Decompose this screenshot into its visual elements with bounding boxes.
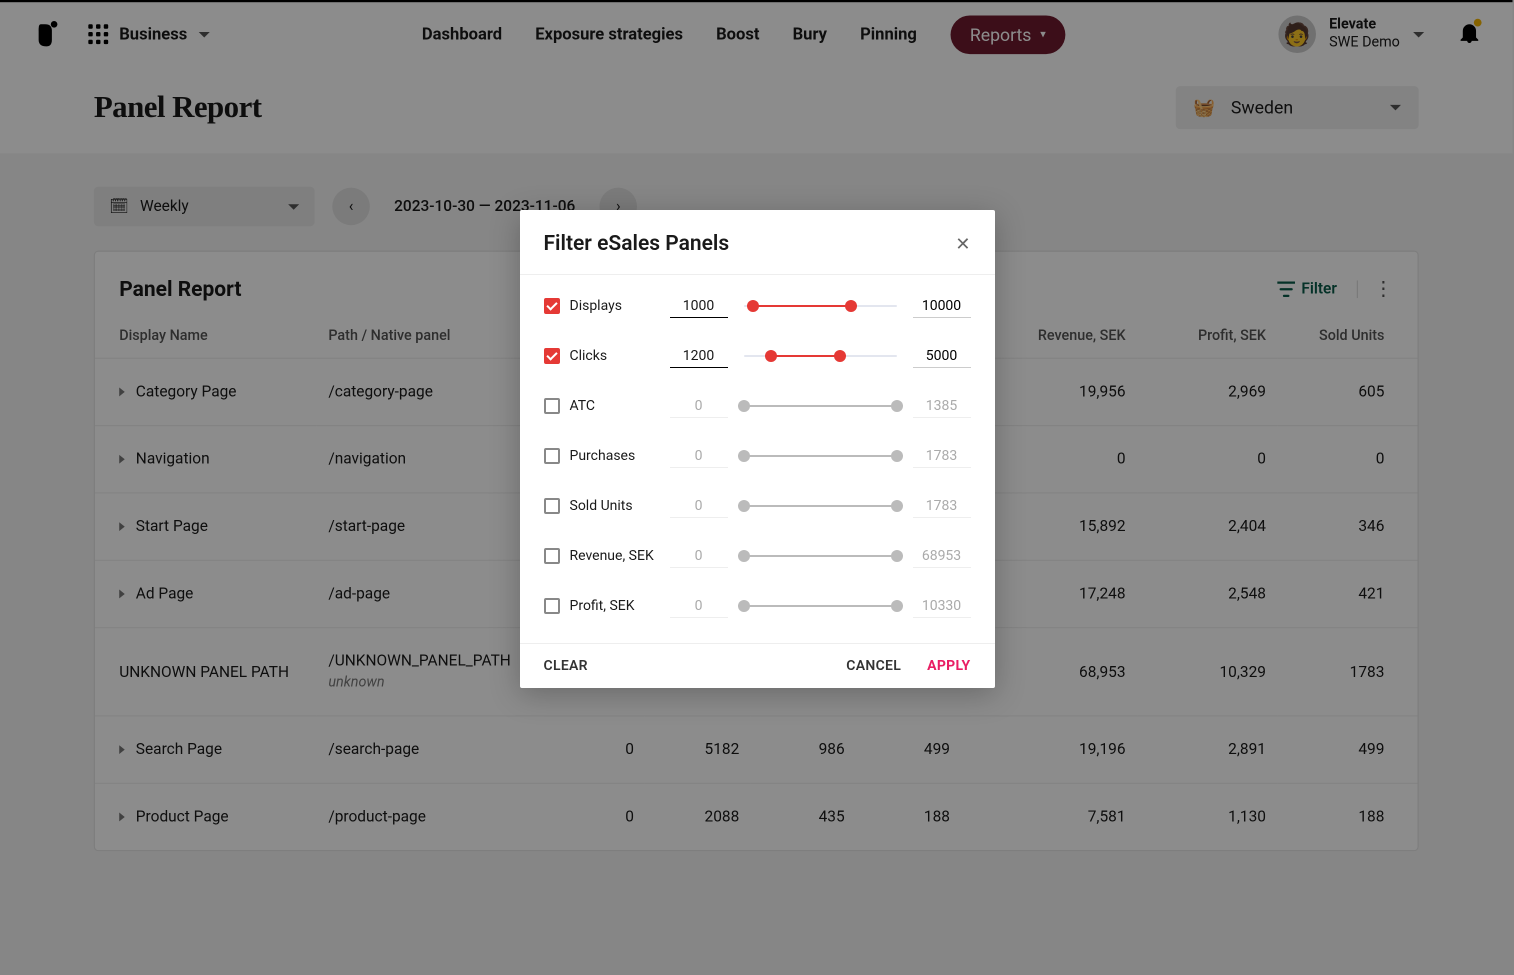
filter-row: Purchases 0 1783 [544, 431, 971, 481]
filter-modal: Filter eSales Panels ✕ Displays 1000 10000… [520, 210, 995, 688]
filter-label: Clicks [570, 348, 660, 364]
filter-checkbox[interactable] [544, 448, 560, 464]
filter-slider[interactable] [744, 546, 897, 566]
filter-max-input[interactable]: 68953 [913, 545, 971, 568]
filter-slider[interactable] [744, 296, 897, 316]
filter-row: ATC 0 1385 [544, 381, 971, 431]
filter-label: Displays [570, 298, 660, 314]
filter-row: Clicks 1200 5000 [544, 331, 971, 381]
filter-max-input[interactable]: 1783 [913, 495, 971, 518]
close-icon[interactable]: ✕ [955, 234, 970, 255]
filter-checkbox[interactable] [544, 598, 560, 614]
filter-row: Revenue, SEK 0 68953 [544, 531, 971, 581]
filter-min-input[interactable]: 0 [670, 445, 728, 468]
filter-min-input[interactable]: 0 [670, 395, 728, 418]
filter-max-input[interactable]: 1385 [913, 395, 971, 418]
filter-slider[interactable] [744, 396, 897, 416]
filter-row: Profit, SEK 0 10330 [544, 581, 971, 631]
clear-button[interactable]: CLEAR [544, 658, 588, 674]
filter-row: Displays 1000 10000 [544, 281, 971, 331]
filter-slider[interactable] [744, 346, 897, 366]
filter-label: Revenue, SEK [570, 548, 660, 564]
filter-label: Purchases [570, 448, 660, 464]
modal-title: Filter eSales Panels [544, 232, 956, 256]
filter-checkbox[interactable] [544, 548, 560, 564]
filter-label: ATC [570, 398, 660, 414]
filter-row: Sold Units 0 1783 [544, 481, 971, 531]
filter-min-input[interactable]: 0 [670, 545, 728, 568]
filter-checkbox[interactable] [544, 398, 560, 414]
filter-max-input[interactable]: 1783 [913, 445, 971, 468]
filter-slider[interactable] [744, 596, 897, 616]
filter-label: Profit, SEK [570, 598, 660, 614]
filter-min-input[interactable]: 0 [670, 495, 728, 518]
filter-slider[interactable] [744, 446, 897, 466]
filter-label: Sold Units [570, 498, 660, 514]
apply-button[interactable]: APPLY [927, 658, 970, 674]
filter-checkbox[interactable] [544, 348, 560, 364]
filter-max-input[interactable]: 10000 [913, 295, 971, 318]
filter-max-input[interactable]: 5000 [913, 345, 971, 368]
filter-checkbox[interactable] [544, 498, 560, 514]
filter-slider[interactable] [744, 496, 897, 516]
filter-min-input[interactable]: 1200 [670, 345, 728, 368]
filter-max-input[interactable]: 10330 [913, 595, 971, 618]
filter-min-input[interactable]: 1000 [670, 295, 728, 318]
modal-overlay: Filter eSales Panels ✕ Displays 1000 10000… [0, 0, 1514, 975]
cancel-button[interactable]: CANCEL [846, 658, 901, 674]
filter-checkbox[interactable] [544, 298, 560, 314]
filter-min-input[interactable]: 0 [670, 595, 728, 618]
